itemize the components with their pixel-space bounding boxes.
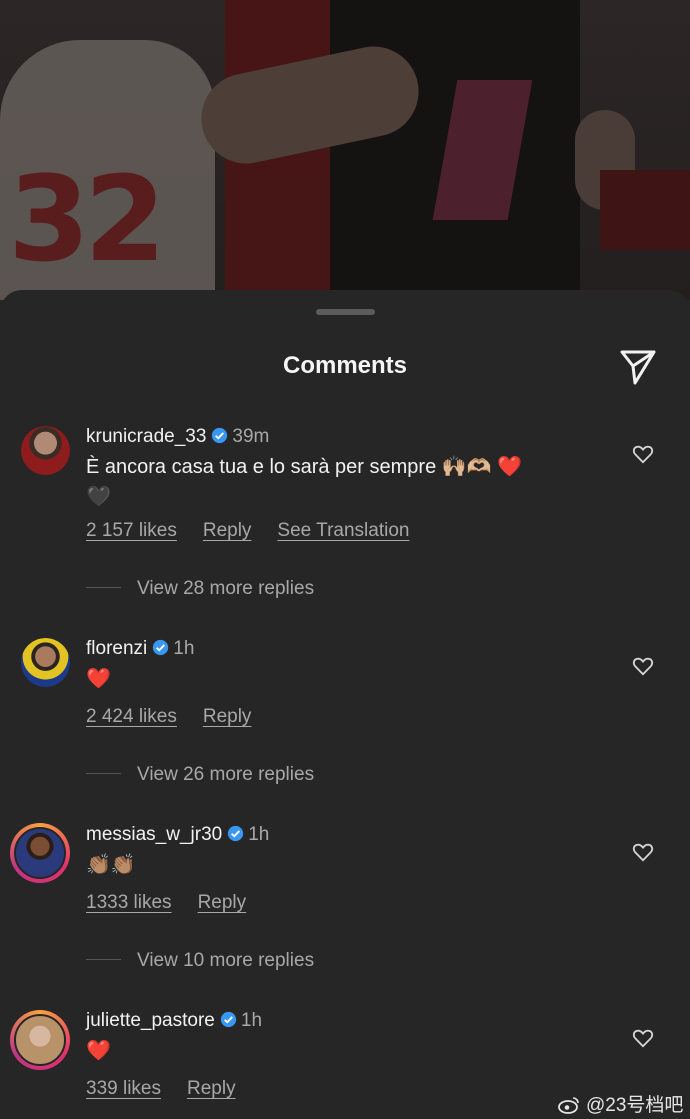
- view-replies-label: View 26 more replies: [137, 764, 315, 785]
- background-photo: 32: [0, 0, 690, 300]
- like-heart-icon[interactable]: [632, 841, 654, 863]
- comment-text: È ancora casa tua e lo sarà per sempre 🙌…: [86, 452, 596, 512]
- likes-count-link[interactable]: 339 likes: [86, 1078, 161, 1099]
- sheet-title: Comments: [282, 352, 408, 379]
- verified-badge-icon: [212, 427, 228, 444]
- reply-button[interactable]: Reply: [187, 1078, 236, 1099]
- view-more-replies[interactable]: View 10 more replies: [86, 950, 314, 972]
- reply-button[interactable]: Reply: [203, 706, 252, 727]
- replies-divider-line: [86, 959, 121, 960]
- watermark: @23号档吧: [558, 1090, 683, 1117]
- comment-time: 1h: [173, 638, 195, 659]
- sheet-grabber-handle[interactable]: [316, 309, 375, 315]
- watermark-text: @23号档吧: [586, 1095, 684, 1116]
- like-heart-icon[interactable]: [632, 1027, 654, 1049]
- weibo-logo-icon: [558, 1097, 579, 1114]
- comment-text: ❤️: [86, 668, 111, 690]
- verified-badge-icon: [153, 639, 169, 656]
- view-replies-label: View 28 more replies: [137, 578, 315, 599]
- replies-divider-line: [86, 587, 121, 588]
- comment-time: 1h: [240, 1010, 263, 1031]
- comment-text: ❤️: [86, 1040, 111, 1062]
- avatar-story-ring[interactable]: [10, 823, 70, 883]
- like-heart-icon[interactable]: [632, 443, 654, 465]
- comment-username[interactable]: messias_w_jr30: [86, 824, 222, 845]
- comment-text-line: È ancora casa tua e lo sarà per sempre 🙌…: [86, 456, 523, 478]
- likes-count-link[interactable]: 2 424 likes: [86, 706, 177, 727]
- share-button[interactable]: [618, 346, 658, 386]
- comment-username[interactable]: florenzi: [86, 638, 147, 659]
- view-more-replies[interactable]: View 26 more replies: [86, 764, 314, 786]
- photo-shirt-number: 32: [8, 150, 166, 288]
- comments-sheet: Comments: [0, 290, 690, 1119]
- avatar-story-ring[interactable]: [10, 1010, 70, 1070]
- verified-badge-icon: [220, 1011, 237, 1028]
- comment-time: 1h: [248, 824, 270, 845]
- verified-badge-icon: [228, 825, 244, 842]
- avatar[interactable]: [21, 426, 70, 475]
- view-replies-label: View 10 more replies: [137, 950, 315, 971]
- like-heart-icon[interactable]: [632, 655, 654, 677]
- likes-count-link[interactable]: 2 157 likes: [86, 520, 177, 541]
- view-more-replies[interactable]: View 28 more replies: [86, 578, 314, 600]
- photo-red-right: [600, 170, 690, 250]
- comment-time: 39m: [232, 426, 270, 447]
- comment-text: 👏🏽👏🏽: [86, 854, 136, 876]
- paper-plane-icon: [620, 350, 656, 385]
- comment-username[interactable]: juliette_pastore: [86, 1010, 215, 1031]
- likes-count-link[interactable]: 1333 likes: [86, 892, 172, 913]
- see-translation-link[interactable]: See Translation: [277, 520, 409, 541]
- comment-text-line: 🖤: [86, 486, 111, 508]
- avatar[interactable]: [21, 638, 70, 687]
- comment-username[interactable]: krunicrade_33: [86, 426, 206, 447]
- reply-button[interactable]: Reply: [198, 892, 247, 913]
- replies-divider-line: [86, 773, 121, 774]
- reply-button[interactable]: Reply: [203, 520, 252, 541]
